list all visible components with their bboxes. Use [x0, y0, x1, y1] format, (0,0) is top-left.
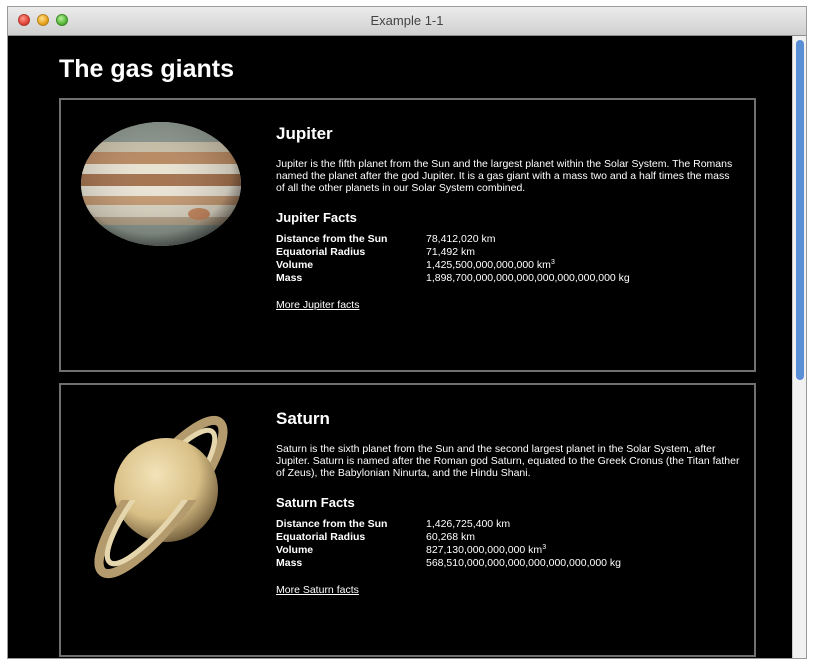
saturn-image	[94, 415, 228, 579]
fact-value: 827,130,000,000,000 km	[426, 544, 543, 556]
planet-card-saturn: Saturn Saturn is the sixth planet from t…	[59, 383, 756, 657]
fact-label: Volume	[276, 259, 314, 271]
fact-value: 60,268 km	[426, 531, 476, 543]
jupiter-image	[81, 122, 241, 246]
more-jupiter-facts-link[interactable]: More Jupiter facts	[276, 299, 359, 311]
fact-row: Mass 568,510,000,000,000,000,000,000,000…	[276, 557, 741, 570]
fact-row: Volume 1,425,500,000,000,000 km3	[276, 259, 741, 272]
fact-value-wrap: 1,425,500,000,000,000 km3	[426, 259, 555, 272]
fact-row: Equatorial Radius 60,268 km	[276, 531, 741, 544]
title-bar[interactable]: Example 1-1	[8, 7, 806, 36]
facts-list: Distance from the Sun 1,426,725,400 km E…	[276, 518, 741, 570]
planet-name: Jupiter	[276, 124, 333, 143]
planet-info: Saturn Saturn is the sixth planet from t…	[276, 409, 741, 598]
planet-description: Saturn is the sixth planet from the Sun …	[276, 443, 740, 479]
fact-value-wrap: 827,130,000,000,000 km3	[426, 544, 546, 557]
planet-description: Jupiter is the fifth planet from the Sun…	[276, 158, 733, 194]
browser-window: Example 1-1 The gas giants Jupiter Jupit…	[7, 6, 807, 659]
scrollbar-thumb[interactable]	[796, 40, 804, 380]
facts-heading: Jupiter Facts	[276, 210, 357, 225]
page-title: The gas giants	[59, 55, 235, 83]
fact-label: Distance from the Sun	[276, 518, 388, 530]
vertical-scrollbar[interactable]	[792, 36, 806, 658]
fact-label: Volume	[276, 544, 314, 556]
fact-label: Equatorial Radius	[276, 246, 366, 258]
planet-info: Jupiter Jupiter is the fifth planet from…	[276, 124, 741, 313]
fact-row: Distance from the Sun 78,412,020 km	[276, 233, 741, 246]
window-title: Example 1-1	[370, 13, 444, 28]
fact-row: Volume 827,130,000,000,000 km3	[276, 544, 741, 557]
fact-value: 78,412,020 km	[426, 233, 496, 245]
more-saturn-facts-link[interactable]: More Saturn facts	[276, 584, 359, 596]
planet-card-jupiter: Jupiter Jupiter is the fifth planet from…	[59, 98, 756, 372]
fact-row: Mass 1,898,700,000,000,000,000,000,000,0…	[276, 272, 741, 285]
fact-row: Distance from the Sun 1,426,725,400 km	[276, 518, 741, 531]
fact-value: 71,492 km	[426, 246, 476, 258]
fact-value: 1,426,725,400 km	[426, 518, 511, 530]
facts-heading: Saturn Facts	[276, 495, 355, 510]
planet-name: Saturn	[276, 409, 330, 428]
fact-unit-superscript: 3	[550, 259, 555, 266]
fact-label: Distance from the Sun	[276, 233, 388, 245]
fact-label: Equatorial Radius	[276, 531, 366, 543]
facts-list: Distance from the Sun 78,412,020 km Equa…	[276, 233, 741, 285]
fact-label: Mass	[276, 557, 303, 569]
fact-value: 568,510,000,000,000,000,000,000,000 kg	[426, 557, 622, 569]
fact-label: Mass	[276, 272, 303, 284]
fact-unit-superscript: 3	[542, 544, 547, 551]
fact-value: 1,425,500,000,000,000 km	[426, 259, 551, 271]
fact-value: 1,898,700,000,000,000,000,000,000,000 kg	[426, 272, 630, 284]
fact-row: Equatorial Radius 71,492 km	[276, 246, 741, 259]
